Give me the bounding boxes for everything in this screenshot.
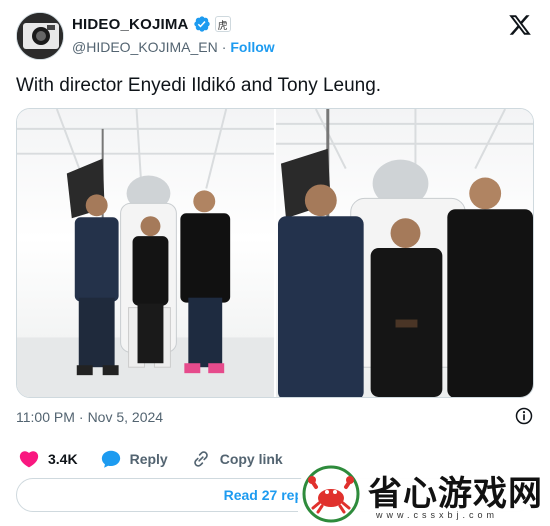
speech-bubble-icon [101, 450, 120, 468]
x-logo-icon[interactable] [508, 13, 532, 37]
heart-icon [19, 451, 39, 468]
author-display-name[interactable]: HIDEO_KOJIMA [72, 16, 189, 33]
handle-row: @HIDEO_KOJIMA_EN · Follow [72, 39, 275, 55]
affiliate-badge-icon[interactable]: 虎 [214, 16, 231, 32]
follow-button[interactable]: Follow [230, 39, 274, 55]
watermark-url: www.cssxbj.com [376, 510, 499, 520]
tweet-time: 11:00 PM [16, 409, 75, 425]
action-bar: 3.4K Reply Copy link [18, 448, 283, 470]
reply-button[interactable]: Reply [100, 448, 168, 470]
like-button[interactable]: 3.4K [18, 448, 78, 470]
copy-link-button[interactable]: Copy link [190, 448, 283, 470]
photo-right-image [276, 109, 533, 397]
crab-logo-icon [302, 465, 360, 523]
separator-dot: · [221, 39, 227, 55]
author-avatar[interactable] [16, 12, 64, 60]
verified-badge-icon[interactable] [193, 15, 211, 33]
reply-label: Reply [129, 451, 168, 467]
link-icon [193, 451, 208, 467]
media-grid [16, 108, 534, 398]
tweet-date: Nov 5, 2024 [87, 409, 164, 425]
author-handle[interactable]: @HIDEO_KOJIMA_EN [72, 39, 218, 55]
author-name-row: HIDEO_KOJIMA 虎 [72, 15, 231, 33]
avatar-image [17, 13, 63, 59]
photo-left-image [17, 109, 274, 397]
copy-link-label: Copy link [219, 451, 283, 467]
info-icon[interactable] [514, 406, 534, 426]
tweet-text: With director Enyedi Ildikó and Tony Leu… [16, 75, 382, 96]
separator-dot: · [78, 409, 84, 425]
like-count: 3.4K [48, 451, 78, 467]
watermark-text: 省心游戏网 [368, 475, 543, 513]
photo-left[interactable] [17, 109, 274, 397]
photo-right[interactable] [276, 109, 533, 397]
watermark-overlay: 省心游戏网 www.cssxbj.com [298, 462, 550, 526]
tweet-timestamp[interactable]: 11:00 PM · Nov 5, 2024 [16, 409, 163, 425]
